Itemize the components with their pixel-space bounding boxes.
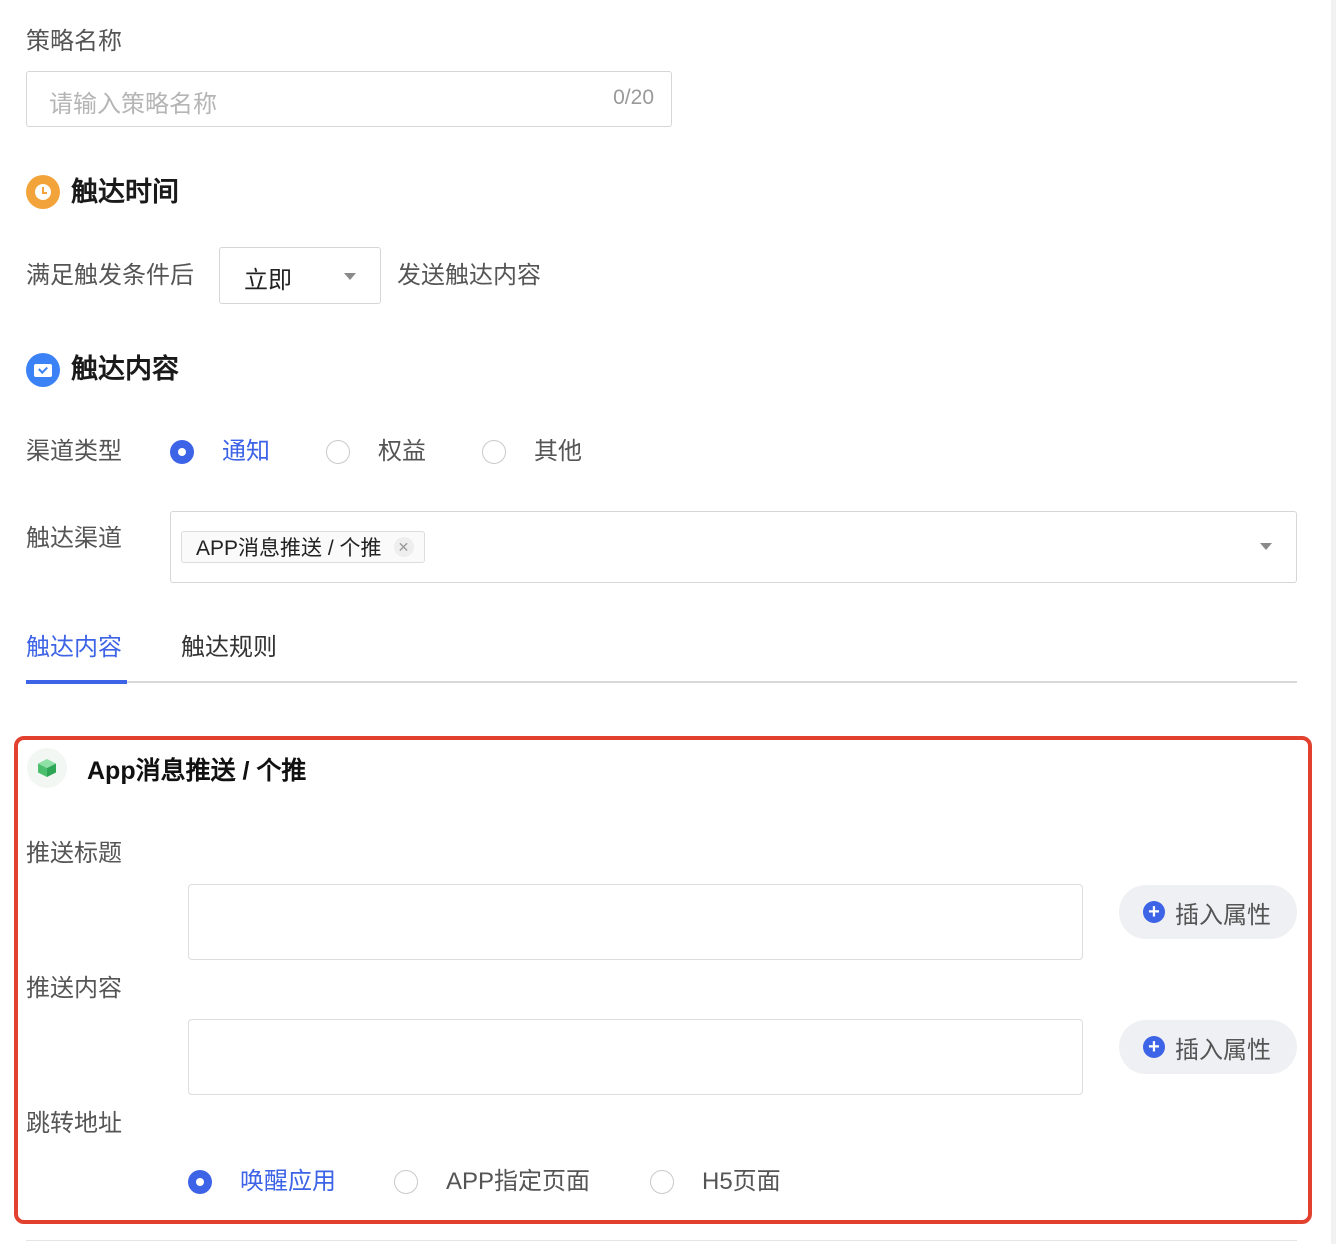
radio-wake-app[interactable] [188,1170,212,1194]
radio-benefit[interactable] [326,440,350,464]
radio-app-page[interactable] [394,1170,418,1194]
channel-tag: APP消息推送 / 个推 ✕ [181,531,425,563]
push-content-input[interactable] [188,1019,1083,1095]
channel-select[interactable]: APP消息推送 / 个推 ✕ [170,511,1297,583]
clock-icon [26,175,60,209]
plus-icon: + [1143,901,1165,923]
trigger-suffix-label: 发送触达内容 [397,262,541,289]
radio-notify[interactable] [170,440,194,464]
jump-address-label: 跳转地址 [26,1110,122,1137]
radio-other-label[interactable]: 其他 [534,436,582,468]
radio-h5-page[interactable] [650,1170,674,1194]
push-config-card [14,736,1312,1224]
radio-wake-app-label[interactable]: 唤醒应用 [240,1166,336,1198]
push-title-input[interactable] [188,884,1083,960]
insert-attribute-label: 插入属性 [1175,901,1271,929]
channel-type-label: 渠道类型 [26,438,122,465]
insert-attribute-label: 插入属性 [1175,1036,1271,1064]
tab-reach-rules[interactable]: 触达规则 [181,632,277,664]
chevron-down-icon [1260,543,1272,550]
channel-tag-label: APP消息推送 / 个推 [196,537,382,560]
insert-attribute-button[interactable]: + 插入属性 [1119,885,1297,939]
close-icon[interactable]: ✕ [393,537,414,557]
strategy-name-placeholder: 请输入策略名称 [49,91,217,118]
push-title-label: 推送标题 [26,840,122,867]
tab-divider [26,681,1297,683]
radio-h5-page-label[interactable]: H5页面 [702,1166,781,1198]
strategy-name-label: 策略名称 [26,28,122,55]
trigger-prefix-label: 满足触发条件后 [26,262,194,289]
reach-time-heading: 触达时间 [71,177,179,207]
scrollbar-track[interactable] [1331,0,1336,1244]
timing-select[interactable]: 立即 [219,247,381,304]
push-content-label: 推送内容 [26,975,122,1002]
cube-icon [27,748,67,788]
mail-icon [26,353,60,387]
bottom-divider [26,1240,1297,1241]
radio-benefit-label[interactable]: 权益 [378,436,426,468]
reach-content-heading: 触达内容 [71,354,179,384]
radio-other[interactable] [482,440,506,464]
tab-reach-content[interactable]: 触达内容 [26,632,122,664]
timing-select-value: 立即 [244,267,292,294]
radio-notify-label[interactable]: 通知 [222,436,270,468]
tab-active-indicator [26,680,127,684]
plus-icon: + [1143,1036,1165,1058]
strategy-name-input[interactable]: 请输入策略名称 0/20 [26,71,672,127]
chevron-down-icon [344,273,356,280]
radio-app-page-label[interactable]: APP指定页面 [446,1166,590,1198]
insert-attribute-button[interactable]: + 插入属性 [1119,1020,1297,1074]
card-title: App消息推送 / 个推 [87,757,307,785]
channel-label: 触达渠道 [26,525,122,552]
char-counter: 0/20 [613,86,654,109]
